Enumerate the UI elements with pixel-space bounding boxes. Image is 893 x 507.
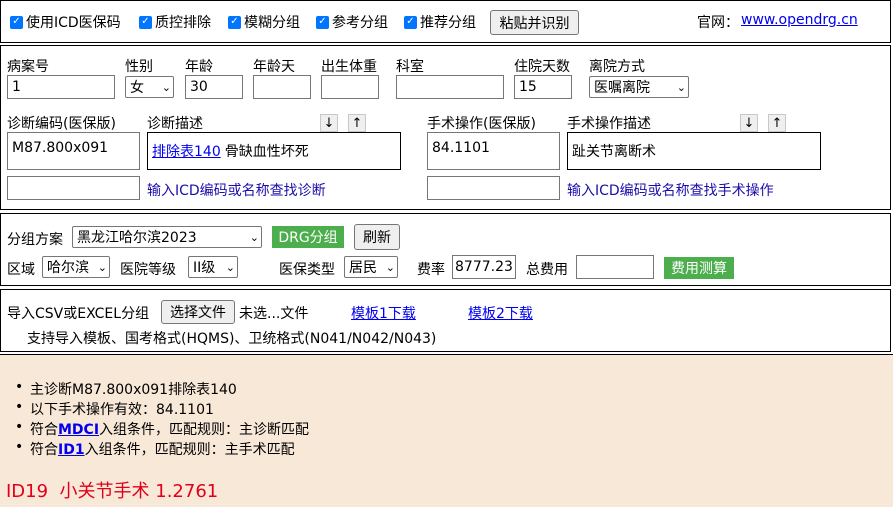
case-no-input[interactable]: 1 xyxy=(7,75,115,99)
template2-link[interactable]: 模板2下载 xyxy=(468,303,533,323)
rate-label: 费率 xyxy=(417,262,445,278)
checkmark-icon: ✓ xyxy=(139,15,152,29)
choose-file-button[interactable]: 选择文件 xyxy=(161,300,235,324)
recommend-group-checkbox[interactable]: ✓ 推荐分组 xyxy=(404,12,476,32)
diag-code-input[interactable]: M87.800x091 xyxy=(7,132,140,170)
use-icd-checkbox[interactable]: ✓ 使用ICD医保码 xyxy=(10,12,121,32)
insurance-select[interactable]: 居民 ⌄ xyxy=(344,256,398,278)
surg-search-hint: 输入ICD编码或名称查找手术操作 xyxy=(567,183,774,199)
drg-result: ID19 小关节手术 1.2761 xyxy=(6,481,219,502)
los-input[interactable]: 15 xyxy=(514,75,572,99)
birth-weight-input[interactable] xyxy=(321,75,379,99)
result-panel: 主诊断M87.800x091排除表140 以下手术操作有效：84.1101 符合… xyxy=(0,354,893,507)
fee-calc-button[interactable]: 费用测算 xyxy=(664,257,734,279)
site-label: 官网： xyxy=(697,15,739,31)
exclusion-table-link[interactable]: 排除表140 xyxy=(152,141,221,161)
insurance-label: 医保类型 xyxy=(279,262,335,278)
checkmark-icon: ✓ xyxy=(316,15,329,29)
list-item: 以下手术操作有效：84.1101 xyxy=(15,399,214,419)
rate-input[interactable]: 8777.23 xyxy=(452,255,516,279)
checkmark-icon: ✓ xyxy=(10,15,23,29)
scheme-label: 分组方案 xyxy=(7,232,63,248)
diag-search-hint: 输入ICD编码或名称查找诊断 xyxy=(147,183,326,199)
diag-desc-box[interactable]: 排除表140 骨缺血性坏死 xyxy=(147,132,401,170)
diag-desc-label: 诊断描述 xyxy=(147,116,203,132)
region-label: 区域 xyxy=(7,262,35,278)
surg-desc-label: 手术操作描述 xyxy=(567,116,651,132)
diag-code-label: 诊断编码(医保版) xyxy=(7,116,116,132)
drg-group-button[interactable]: DRG分组 xyxy=(272,226,344,248)
birth-weight-label: 出生体重 xyxy=(321,59,377,75)
refresh-button[interactable]: 刷新 xyxy=(354,224,400,250)
scheme-select[interactable]: 黑龙江哈尔滨2023 ⌄ xyxy=(72,226,262,248)
chevron-down-icon: ⌄ xyxy=(97,260,107,274)
reference-group-checkbox[interactable]: ✓ 参考分组 xyxy=(316,12,388,32)
diag-move-down-button[interactable]: ↓ xyxy=(320,114,338,132)
chevron-down-icon: ⌄ xyxy=(161,80,171,94)
surg-code-label: 手术操作(医保版) xyxy=(427,116,536,132)
diag-move-up-button[interactable]: ↑ xyxy=(348,114,366,132)
checkmark-icon: ✓ xyxy=(228,15,241,29)
import-label: 导入CSV或EXCEL分组 xyxy=(7,306,150,322)
total-label: 总费用 xyxy=(526,262,568,278)
hospital-level-select[interactable]: II级 ⌄ xyxy=(188,256,238,278)
chevron-down-icon: ⌄ xyxy=(249,230,259,244)
paste-recognize-button[interactable]: 粘贴并识别 xyxy=(490,10,579,35)
dept-label: 科室 xyxy=(396,59,424,75)
no-file-text: 未选...文件 xyxy=(239,306,309,322)
dept-input[interactable] xyxy=(396,75,504,99)
los-label: 住院天数 xyxy=(514,59,570,75)
discharge-label: 离院方式 xyxy=(589,59,645,75)
site-link[interactable]: www.opendrg.cn xyxy=(741,12,858,28)
import-support-text: 支持导入模板、国考格式(HQMS)、卫统格式(N041/N042/N043) xyxy=(27,331,437,347)
template1-link[interactable]: 模板1下载 xyxy=(351,303,416,323)
fuzzy-group-checkbox[interactable]: ✓ 模糊分组 xyxy=(228,12,300,32)
total-input[interactable] xyxy=(576,255,654,279)
region-select[interactable]: 哈尔滨 ⌄ xyxy=(42,256,110,278)
case-no-label: 病案号 xyxy=(7,59,49,75)
list-item: 符合ID1入组条件，匹配规则：主手术匹配 xyxy=(15,439,295,459)
age-label: 年龄 xyxy=(185,59,213,75)
surg-desc-box[interactable]: 趾关节离断术 xyxy=(567,132,821,170)
surg-move-up-button[interactable]: ↑ xyxy=(768,114,786,132)
list-item: 主诊断M87.800x091排除表140 xyxy=(15,379,237,399)
chevron-down-icon: ⌄ xyxy=(676,80,686,94)
qc-exclude-checkbox[interactable]: ✓ 质控排除 xyxy=(139,12,211,32)
checkmark-icon: ✓ xyxy=(404,15,417,29)
diag-search-input[interactable] xyxy=(7,176,140,200)
chevron-down-icon: ⌄ xyxy=(385,260,395,274)
diag-desc-text: 骨缺血性坏死 xyxy=(224,144,309,160)
surg-search-input[interactable] xyxy=(427,176,560,200)
age-days-input[interactable] xyxy=(253,75,311,99)
list-item: 符合MDCI入组条件，匹配规则：主诊断匹配 xyxy=(15,419,309,439)
chevron-down-icon: ⌄ xyxy=(225,260,235,274)
surg-code-input[interactable]: 84.1101 xyxy=(427,132,560,170)
sex-select[interactable]: 女 ⌄ xyxy=(125,76,174,98)
age-input[interactable]: 30 xyxy=(185,75,243,99)
surg-move-down-button[interactable]: ↓ xyxy=(740,114,758,132)
sex-label: 性别 xyxy=(125,59,153,75)
adrg-link[interactable]: ID1 xyxy=(58,442,85,458)
age-days-label: 年龄天 xyxy=(253,59,295,75)
mdc-link[interactable]: MDCI xyxy=(58,422,99,438)
hospital-level-label: 医院等级 xyxy=(120,262,176,278)
discharge-select[interactable]: 医嘱离院 ⌄ xyxy=(589,76,689,98)
